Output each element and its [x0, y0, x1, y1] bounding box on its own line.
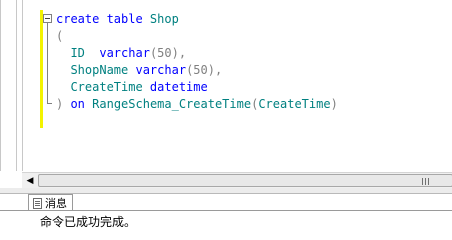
code-line[interactable]: ( — [56, 28, 338, 45]
code-token: ) — [330, 97, 338, 111]
tab-messages[interactable]: 消息 — [28, 194, 73, 211]
code-token: ) — [56, 97, 71, 111]
code-token: (50), — [186, 63, 223, 77]
code-token: create table — [56, 12, 150, 26]
code-line[interactable]: create table Shop — [56, 11, 338, 28]
code-token: datetime — [149, 80, 208, 94]
code-token: CreateTime — [258, 97, 331, 111]
scrollbar-thumb[interactable] — [38, 174, 452, 187]
outline-end — [47, 103, 52, 104]
code-token: Shop — [149, 12, 179, 26]
tab-label: 消息 — [45, 196, 67, 210]
code-token: ID — [56, 46, 100, 60]
code-token: ShopName — [56, 63, 136, 77]
scroll-left-icon[interactable]: ◀ — [22, 173, 38, 188]
editor-border-left — [0, 0, 1, 171]
code-token: on — [70, 97, 93, 111]
change-tracking-bar — [40, 10, 43, 128]
message-text: 命令已成功完成。 — [40, 215, 137, 229]
horizontal-scrollbar[interactable]: ◀ — [22, 172, 452, 188]
outline-line — [47, 23, 48, 103]
gutter-divider-inner — [22, 0, 23, 171]
sql-code[interactable]: create table Shop( ID varchar(50), ShopN… — [56, 11, 338, 113]
collapse-icon[interactable] — [43, 14, 52, 23]
grip-icon — [422, 178, 431, 185]
gutter-divider — [16, 0, 17, 171]
code-line[interactable]: ShopName varchar(50), — [56, 62, 338, 79]
code-token: varchar — [135, 63, 187, 77]
code-token: (50), — [149, 46, 187, 60]
code-token: RangeSchema_CreateTime — [92, 97, 252, 111]
messages-pane: 命令已成功完成。 — [0, 211, 452, 239]
code-line[interactable]: ) on RangeSchema_CreateTime(CreateTime) — [56, 96, 338, 113]
code-token: varchar — [99, 46, 150, 60]
results-tab-bar: 消息 — [0, 194, 452, 211]
code-token: CreateTime — [56, 80, 150, 94]
code-token: ( — [56, 29, 64, 43]
query-window: create table Shop( ID varchar(50), ShopN… — [0, 0, 452, 239]
code-line[interactable]: CreateTime datetime — [56, 79, 338, 96]
code-line[interactable]: ID varchar(50), — [56, 45, 338, 62]
sql-editor[interactable]: create table Shop( ID varchar(50), ShopN… — [0, 0, 452, 171]
messages-icon — [33, 197, 42, 209]
